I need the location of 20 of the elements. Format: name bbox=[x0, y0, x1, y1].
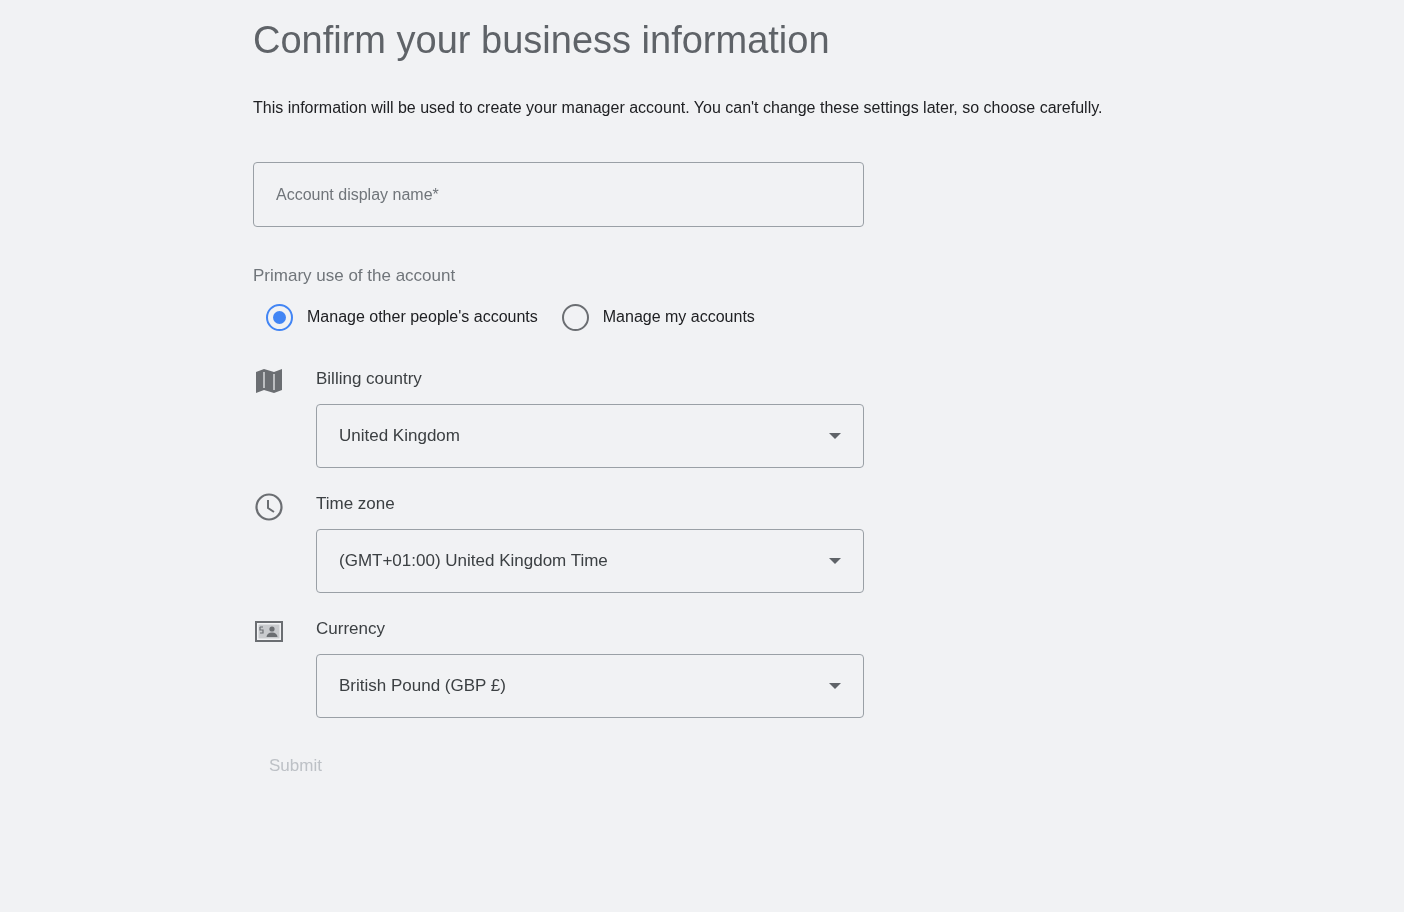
field-label: Billing country bbox=[316, 368, 422, 390]
banknote-icon bbox=[255, 621, 283, 642]
caret-icon bbox=[829, 433, 841, 439]
page-title: Confirm your business information bbox=[253, 18, 830, 63]
description-text: This information will be used to create your manager account. You can't change these settings later, so choose carefully. bbox=[253, 98, 1103, 118]
field-label: Currency bbox=[316, 618, 385, 640]
radio-button-icon[interactable] bbox=[561, 303, 589, 331]
caret-icon bbox=[829, 683, 841, 689]
dropdown-field[interactable]: United Kingdom bbox=[316, 404, 864, 468]
primary-use-label: Primary use of the account bbox=[253, 265, 456, 287]
dropdown-field[interactable]: (GMT+01:00) United Kingdom Time bbox=[316, 529, 864, 593]
radio-button-icon[interactable] bbox=[266, 303, 293, 331]
radio-option[interactable]: Manage my accounts bbox=[561, 303, 755, 331]
dropdown-field[interactable]: British Pound (GBP £) bbox=[316, 654, 864, 718]
map-icon bbox=[255, 368, 283, 394]
caret-icon bbox=[829, 558, 841, 564]
display-name-field[interactable]: Account display name* bbox=[253, 162, 864, 227]
field-label: Time zone bbox=[316, 493, 395, 515]
radio-option[interactable]: Manage other people's accounts bbox=[266, 303, 538, 331]
clock-icon bbox=[255, 493, 283, 521]
